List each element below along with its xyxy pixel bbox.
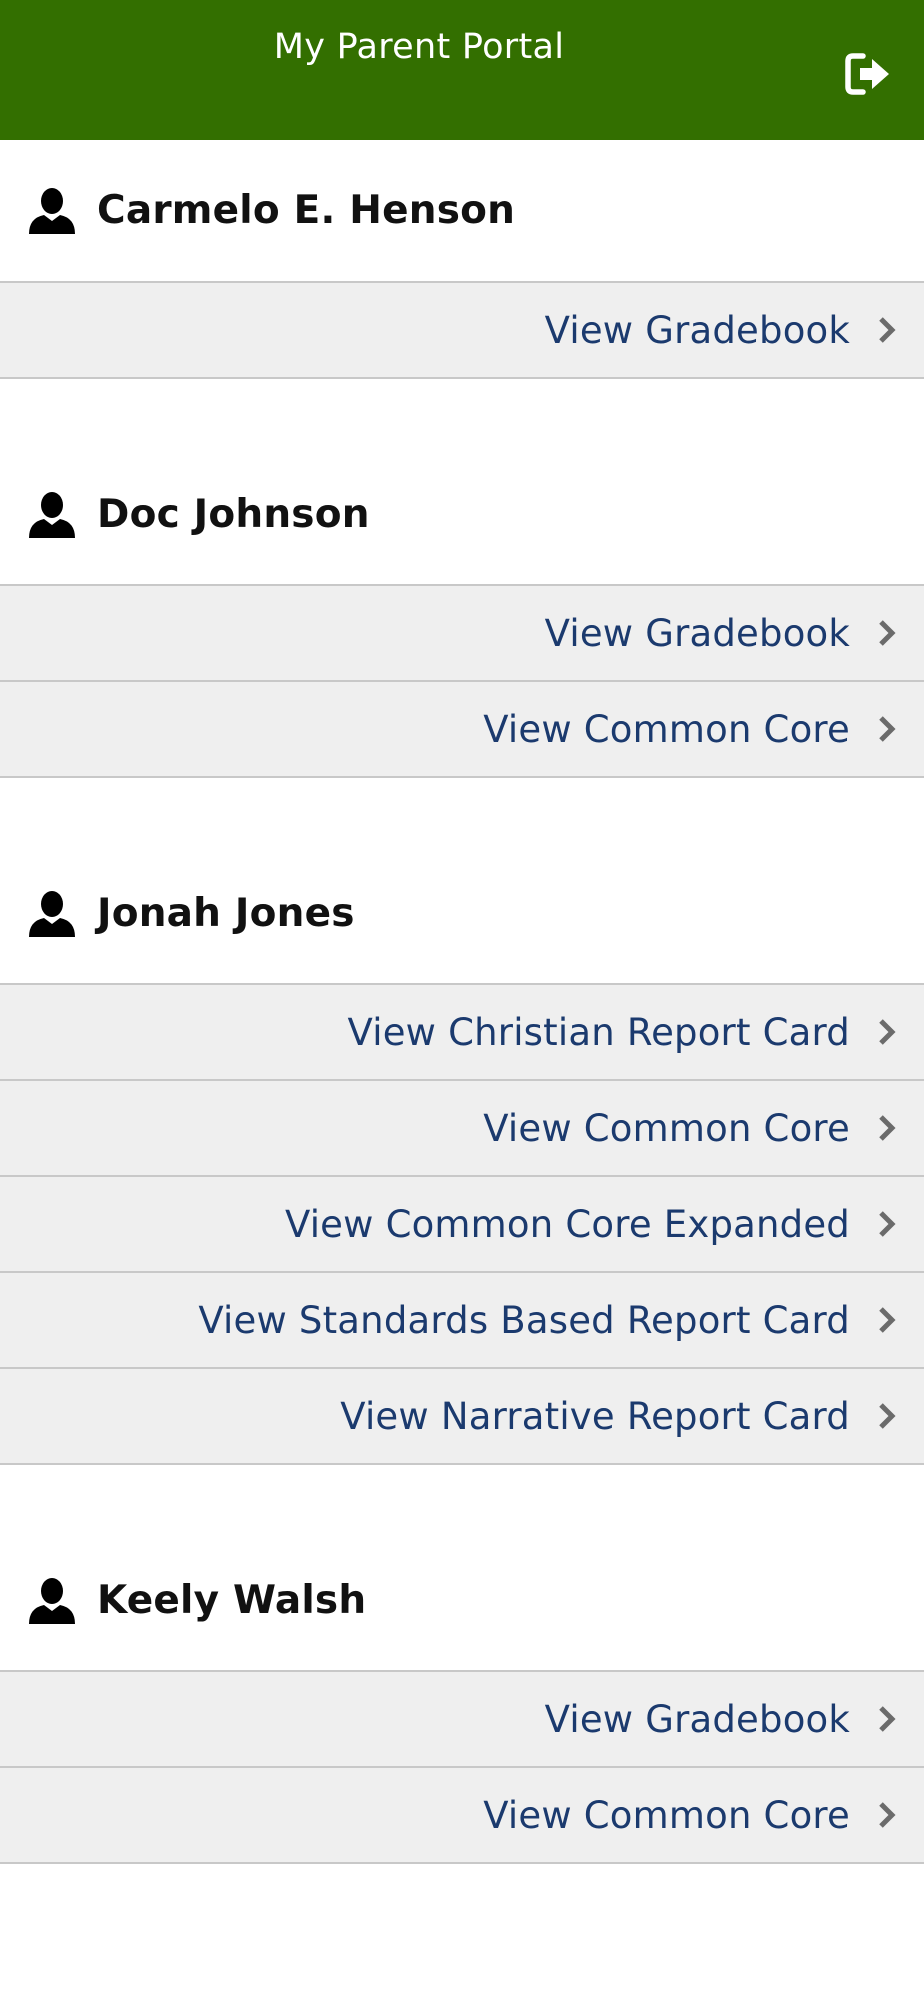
student-header: Keely Walsh xyxy=(0,1531,924,1672)
link-label: View Gradebook xyxy=(544,308,850,352)
page-title: My Parent Portal xyxy=(273,27,565,67)
chevron-right-icon xyxy=(879,620,896,646)
link-view-gradebook[interactable]: View Gradebook xyxy=(0,586,924,682)
person-icon xyxy=(29,1577,75,1624)
person-icon xyxy=(29,491,75,538)
link-label: View Christian Report Card xyxy=(347,1010,850,1054)
link-view-common-core-expanded[interactable]: View Common Core Expanded xyxy=(0,1177,924,1273)
link-label: View Gradebook xyxy=(544,1697,850,1741)
chevron-right-icon xyxy=(879,1115,896,1141)
student-list: Carmelo E. Henson View Gradebook Doc Joh… xyxy=(0,140,924,1864)
chevron-right-icon xyxy=(879,1403,896,1429)
student-header: Jonah Jones xyxy=(0,844,924,985)
link-view-christian-report-card[interactable]: View Christian Report Card xyxy=(0,985,924,1081)
chevron-right-icon xyxy=(879,1802,896,1828)
chevron-right-icon xyxy=(879,1706,896,1732)
logout-button[interactable] xyxy=(844,50,892,98)
student-name: Doc Johnson xyxy=(97,492,370,537)
chevron-right-icon xyxy=(879,1019,896,1045)
link-view-standards-based-report-card[interactable]: View Standards Based Report Card xyxy=(0,1273,924,1369)
sign-out-icon xyxy=(845,53,889,95)
link-label: View Common Core Expanded xyxy=(285,1202,850,1246)
student-name: Keely Walsh xyxy=(97,1578,367,1623)
link-label: View Common Core xyxy=(483,1106,850,1150)
student-header: Doc Johnson xyxy=(0,445,924,586)
link-label: View Common Core xyxy=(483,1793,850,1837)
chevron-right-icon xyxy=(879,317,896,343)
student-name: Carmelo E. Henson xyxy=(97,188,516,233)
link-view-narrative-report-card[interactable]: View Narrative Report Card xyxy=(0,1369,924,1465)
chevron-right-icon xyxy=(879,1211,896,1237)
link-label: View Common Core xyxy=(483,707,850,751)
link-view-common-core[interactable]: View Common Core xyxy=(0,1768,924,1864)
link-label: View Standards Based Report Card xyxy=(198,1298,850,1342)
person-icon xyxy=(29,187,75,234)
student-header: Carmelo E. Henson xyxy=(0,140,924,283)
link-view-common-core[interactable]: View Common Core xyxy=(0,682,924,778)
link-label: View Gradebook xyxy=(544,611,850,655)
person-icon xyxy=(29,890,75,937)
student-name: Jonah Jones xyxy=(97,891,355,936)
link-view-gradebook[interactable]: View Gradebook xyxy=(0,283,924,379)
chevron-right-icon xyxy=(879,716,896,742)
link-label: View Narrative Report Card xyxy=(340,1394,850,1438)
app-header: My Parent Portal xyxy=(0,0,924,140)
chevron-right-icon xyxy=(879,1307,896,1333)
link-view-common-core[interactable]: View Common Core xyxy=(0,1081,924,1177)
link-view-gradebook[interactable]: View Gradebook xyxy=(0,1672,924,1768)
